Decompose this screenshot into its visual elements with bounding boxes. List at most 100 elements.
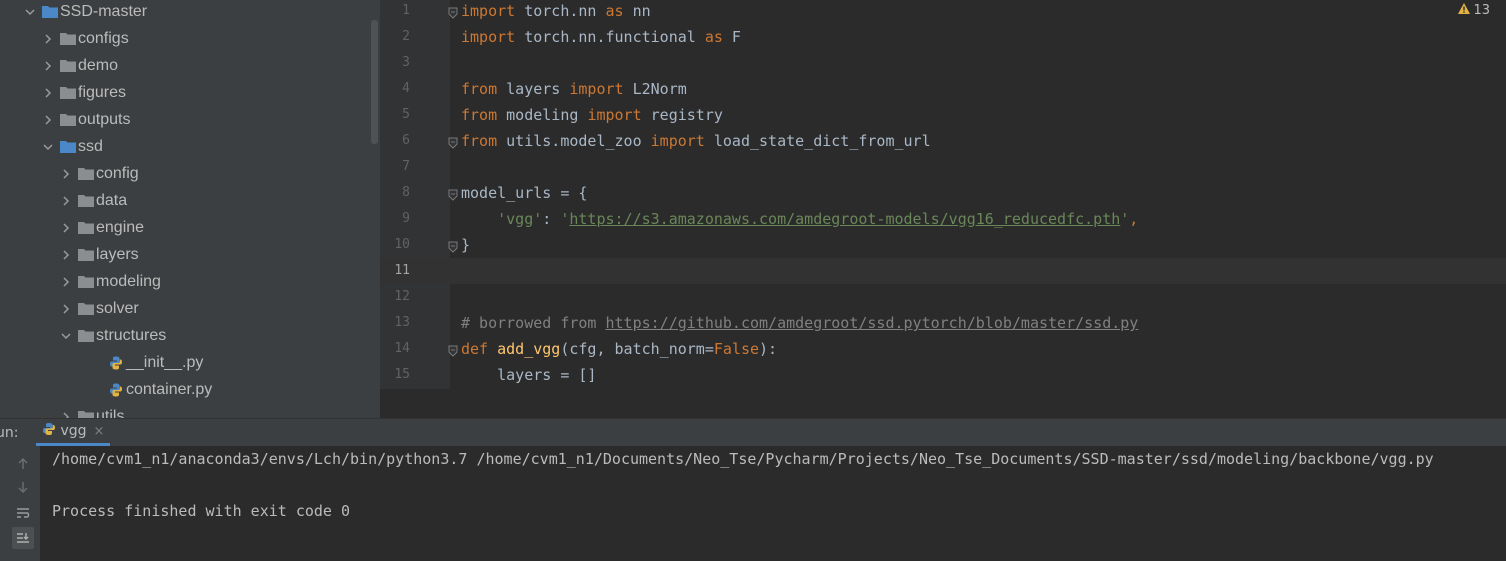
code-text: from layers import L2Norm	[461, 76, 687, 102]
chevron-down-icon[interactable]	[24, 6, 36, 18]
tree-item[interactable]: container.py	[108, 376, 212, 403]
tree-item[interactable]: structures	[60, 322, 166, 349]
folder-icon	[78, 275, 94, 288]
code-line[interactable]: 8 model_urls = {	[380, 180, 1506, 206]
tree-item-label: SSD-master	[60, 2, 148, 20]
code-token: as	[605, 2, 624, 20]
line-number: 8	[402, 185, 410, 200]
code-token: import	[650, 132, 705, 150]
chevron-right-icon[interactable]	[60, 303, 72, 315]
folder-icon	[78, 194, 94, 207]
fold-marker-icon[interactable]	[448, 186, 458, 201]
line-number: 9	[402, 211, 410, 226]
tree-item[interactable]: demo	[42, 52, 118, 79]
tree-item[interactable]: config	[60, 160, 139, 187]
code-token: modeling	[497, 106, 588, 124]
line-number: 13	[394, 315, 410, 330]
folder-icon	[78, 302, 94, 315]
code-token: import	[569, 80, 624, 98]
chevron-right-icon[interactable]	[60, 276, 72, 288]
code-line[interactable]: 5 from modeling import registry	[380, 102, 1506, 128]
console-line: Process finished with exit code 0	[52, 502, 351, 520]
tree-item[interactable]: data	[60, 187, 127, 214]
chevron-right-icon[interactable]	[42, 33, 54, 45]
code-line[interactable]: 1 import torch.nn as nn	[380, 0, 1506, 24]
tree-item-label: utils	[96, 407, 125, 419]
run-console[interactable]: /home/cvm1_n1/anaconda3/envs/Lch/bin/pyt…	[40, 446, 1506, 561]
tree-item[interactable]: layers	[60, 241, 139, 268]
run-panel-header: un: vgg ×	[0, 418, 1506, 446]
chevron-down-icon[interactable]	[42, 141, 54, 153]
code-token: as	[704, 28, 723, 46]
tree-item[interactable]: solver	[60, 295, 139, 322]
code-line[interactable]: 4 from layers import L2Norm	[380, 76, 1506, 102]
chevron-right-icon[interactable]	[42, 114, 54, 126]
scroll-to-end-icon[interactable]	[12, 527, 34, 549]
run-label: un:	[0, 424, 19, 441]
code-token: from	[461, 132, 498, 150]
code-line[interactable]: 10}	[380, 232, 1506, 258]
tree-item[interactable]: figures	[42, 79, 126, 106]
code-token: def	[461, 340, 489, 358]
tree-item-label: engine	[96, 218, 145, 236]
tree-item[interactable]: utils	[60, 403, 124, 418]
code-line[interactable]: 11	[380, 258, 1506, 284]
tree-item[interactable]: configs	[42, 25, 129, 52]
python-file-icon	[108, 355, 124, 371]
tree-scrollbar[interactable]	[371, 20, 378, 144]
tree-item-label: configs	[78, 29, 129, 47]
up-arrow-icon[interactable]	[12, 453, 34, 475]
chevron-right-icon[interactable]	[60, 195, 72, 207]
folder-icon	[60, 32, 76, 45]
tree-item[interactable]: ssd	[42, 133, 103, 160]
close-icon[interactable]: ×	[94, 424, 105, 439]
code-line[interactable]: 6 from utils.model_zoo import load_state_…	[380, 128, 1506, 154]
code-text: from utils.model_zoo import load_state_d…	[461, 128, 931, 154]
folder-icon	[78, 329, 94, 342]
tree-item-label: data	[96, 191, 128, 209]
fold-marker-icon[interactable]	[448, 238, 458, 253]
code-line[interactable]: 13 # borrowed from https://github.com/amd…	[380, 310, 1506, 336]
tree-item[interactable]: SSD-master	[24, 0, 147, 25]
chevron-right-icon[interactable]	[60, 168, 72, 180]
code-editor[interactable]: 1 import torch.nn as nn 2 import torch.nn.f…	[380, 0, 1506, 389]
code-token: torch.nn	[515, 2, 606, 20]
chevron-right-icon[interactable]	[60, 222, 72, 234]
warnings-indicator[interactable]: 13	[1458, 3, 1490, 18]
chevron-right-icon[interactable]	[60, 411, 72, 418]
code-line[interactable]: 3	[380, 50, 1506, 76]
code-line[interactable]: 7	[380, 154, 1506, 180]
chevron-right-icon[interactable]	[60, 249, 72, 261]
code-token: from	[461, 80, 498, 98]
line-number: 7	[402, 159, 410, 174]
code-line[interactable]: 15 layers = []	[380, 362, 1506, 388]
tree-item[interactable]: outputs	[42, 106, 130, 133]
editor-bottom-area	[380, 389, 1506, 418]
soft-wrap-icon[interactable]	[12, 502, 34, 524]
code-line[interactable]: 14 def add_vgg(cfg, batch_norm=False):	[380, 336, 1506, 362]
code-token: import	[587, 106, 642, 124]
console-line: /home/cvm1_n1/anaconda3/envs/Lch/bin/pyt…	[52, 450, 1434, 468]
fold-marker-icon[interactable]	[448, 134, 458, 149]
fold-marker-icon[interactable]	[448, 342, 458, 357]
tree-item-label: structures	[96, 326, 167, 344]
code-line[interactable]: 9 'vgg': 'https://s3.amazonaws.com/amdeg…	[380, 206, 1506, 232]
chevron-right-icon[interactable]	[42, 60, 54, 72]
tree-item[interactable]: __init__.py	[108, 349, 203, 376]
code-token: :	[542, 210, 561, 228]
code-line[interactable]: 2 import torch.nn.functional as F	[380, 24, 1506, 50]
tree-item-label: container.py	[126, 380, 213, 398]
tree-item-label: figures	[78, 83, 127, 101]
fold-marker-icon[interactable]	[448, 4, 458, 19]
chevron-right-icon[interactable]	[42, 87, 54, 99]
run-tab-vgg[interactable]: vgg ×	[36, 419, 111, 446]
down-arrow-icon[interactable]	[12, 476, 34, 498]
tree-item[interactable]: modeling	[60, 268, 161, 295]
run-tab-label: vgg	[60, 423, 87, 439]
tree-item[interactable]: engine	[60, 214, 144, 241]
code-text: # borrowed from https://github.com/amdeg…	[461, 310, 1138, 336]
code-line[interactable]: 12	[380, 284, 1506, 310]
code-token: https://s3.amazonaws.com/amdegroot-model…	[569, 210, 1121, 228]
chevron-down-icon[interactable]	[60, 330, 72, 342]
